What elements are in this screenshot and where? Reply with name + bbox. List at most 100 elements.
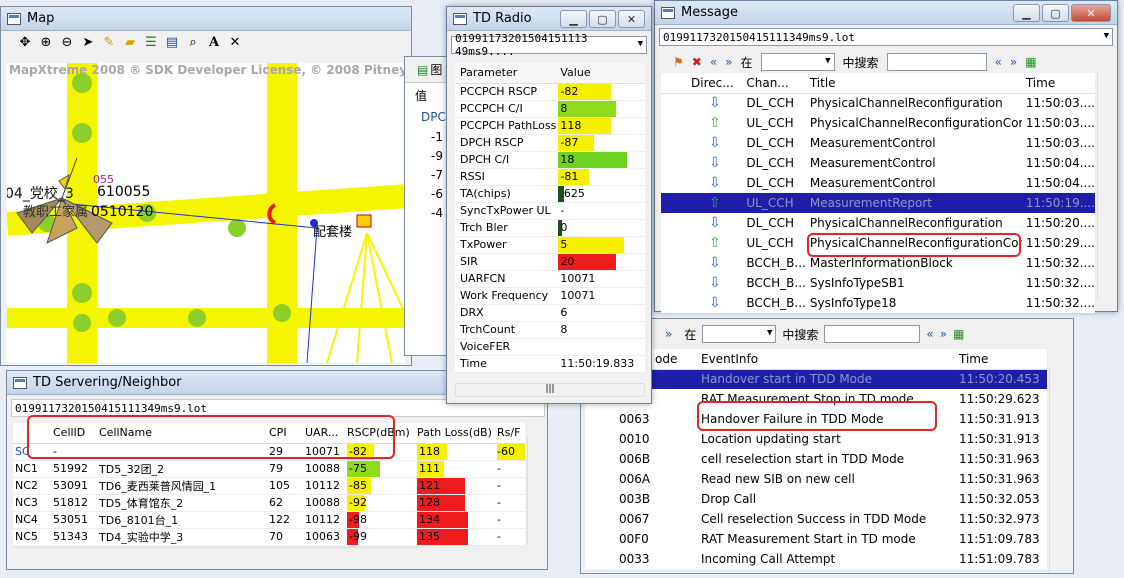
minimize-button[interactable]: ▁: [1013, 4, 1040, 22]
td-radio-row[interactable]: PCCPCH RSCP -82: [455, 83, 645, 100]
excel-icon[interactable]: ▦: [953, 327, 964, 341]
td-radio-row[interactable]: RSSI -81: [455, 168, 645, 185]
message-scrollbar[interactable]: [1097, 73, 1113, 299]
message-row[interactable]: ⇩ BCCH_B... SysInfoType18 11:50:32....: [661, 293, 1095, 313]
message-field-select[interactable]: ▼: [760, 53, 835, 71]
cell-rscp-value: -92: [349, 495, 367, 509]
message-row[interactable]: ⇩ DL_CCH MeasurementControl 11:50:04....: [661, 153, 1095, 173]
message-row[interactable]: ⇩ BCCH_B... SysInfoTypeSB1 11:50:32....: [661, 273, 1095, 293]
events-search-input[interactable]: [824, 325, 921, 343]
serving-scrollbar[interactable]: [527, 435, 543, 545]
message-row[interactable]: ⇩ DL_CCH MeasurementControl 11:50:04....: [661, 173, 1095, 193]
col-eventinfo[interactable]: EventInfo: [695, 349, 953, 369]
td-radio-row[interactable]: SyncTxPower UL -: [455, 202, 645, 219]
td-radio-row[interactable]: UARFCN 10071: [455, 270, 645, 287]
col-time[interactable]: Time: [1022, 73, 1095, 93]
message-title: SysInfoTypeSB1: [809, 276, 905, 290]
message-table: Direc... Chan... Title Time ⇩ DL_CCH Physi…: [661, 73, 1095, 313]
serving-row[interactable]: NC1 51992 TD5_32团_2 79 10088 -75 111 -: [13, 460, 525, 477]
param-value: 0: [560, 220, 568, 234]
td-radio-row[interactable]: VoiceFER: [455, 338, 645, 355]
event-row[interactable]: 0033 Incoming Call Attempt 11:51:09.783: [585, 549, 1047, 569]
excel-icon[interactable]: ▦: [1025, 55, 1036, 69]
maximize-button[interactable]: ▢: [1042, 4, 1069, 22]
zoom-out-icon[interactable]: ⊖: [57, 34, 77, 52]
col-value[interactable]: Value: [556, 63, 645, 83]
col-time[interactable]: Time: [953, 349, 1047, 369]
event-row[interactable]: 0067 Cell reselection Success in TDD Mode…: [585, 509, 1047, 529]
td-radio-row[interactable]: DPCH RSCP -87: [455, 134, 645, 151]
serving-row[interactable]: NC4 53051 TD6_8101台_1 122 10112 -98 134 -: [13, 511, 525, 528]
col-title[interactable]: Title: [806, 73, 1022, 93]
event-row[interactable]: 006A Read new SIB on new cell 11:50:31.963: [585, 469, 1047, 489]
col-channel[interactable]: Chan...: [742, 73, 805, 93]
map-label-site: 教职工家属: [23, 205, 89, 220]
map-canvas[interactable]: MapXtreme 2008 ® SDK Developer License, …: [7, 63, 405, 363]
find-icon[interactable]: ⌕: [183, 34, 203, 52]
col-pathloss[interactable]: Path Loss(dB): [417, 423, 497, 443]
legend-icon[interactable]: ▤: [162, 34, 182, 52]
pointer-icon[interactable]: ➤: [78, 34, 98, 52]
event-row[interactable]: Handover start in TDD Mode 11:50:20.453: [585, 369, 1047, 389]
td-radio-row[interactable]: SIR 20: [455, 253, 645, 270]
clear-icon[interactable]: ✕: [225, 34, 245, 52]
events-field-select[interactable]: ▼: [702, 325, 777, 343]
message-row[interactable]: ⇩ DL_CCH PhysicalChannelReconfiguration 11:…: [661, 93, 1095, 113]
zoom-in-icon[interactable]: ⊕: [36, 34, 56, 52]
td-radio-row[interactable]: Time 11:50:19.833: [455, 355, 645, 372]
message-row[interactable]: ⇧ UL_CCH PhysicalChannelReconfigurationCom…: [661, 113, 1095, 133]
layers-icon[interactable]: ☰: [141, 34, 161, 52]
next-icon[interactable]: »: [1010, 55, 1017, 69]
param-value-cell: -87: [556, 134, 645, 151]
minimize-button[interactable]: ▁: [560, 10, 587, 28]
ruler-icon[interactable]: ✎: [99, 34, 119, 52]
td-radio-row[interactable]: DRX 6: [455, 304, 645, 321]
next-icon[interactable]: »: [725, 55, 732, 69]
text-icon[interactable]: A: [204, 34, 224, 52]
serving-hscrollbar[interactable]: [13, 547, 421, 561]
td-radio-row[interactable]: TxPower 5: [455, 236, 645, 253]
cell-cpi: 122: [269, 513, 290, 526]
serving-row[interactable]: NC5 51343 TD4_实验中学_3 70 10063 -99 135 -: [13, 528, 525, 545]
col-rs[interactable]: Rs/F: [497, 423, 525, 443]
td-radio-row[interactable]: PCCPCH C/I 8: [455, 100, 645, 117]
td-radio-row[interactable]: PCCPCH PathLoss 118: [455, 117, 645, 134]
event-row[interactable]: 0010 Location updating start 11:50:31.913: [585, 429, 1047, 449]
col-direction[interactable]: Direc...: [661, 73, 742, 93]
prev-icon[interactable]: «: [710, 55, 717, 69]
pan-icon[interactable]: ✥: [15, 34, 35, 52]
td-radio-row[interactable]: Work Frequency 10071: [455, 287, 645, 304]
td-radio-file-combo[interactable]: 01991173201504151113 49ms9.... ▼: [451, 32, 647, 58]
td-radio-row[interactable]: TA(chips) .625: [455, 185, 645, 202]
event-row[interactable]: 00F0 RAT Measurement Start in TD mode 11:5…: [585, 529, 1047, 549]
message-file-combo[interactable]: 0199117320150415111349ms9.lot ▼: [659, 28, 1113, 46]
message-row[interactable]: ⇩ DL_CCH PhysicalChannelReconfiguration 11:…: [661, 213, 1095, 233]
serving-row[interactable]: NC3 51812 TD5_体育馆东_2 62 10088 -92 128 -: [13, 494, 525, 511]
next-icon[interactable]: »: [940, 327, 947, 341]
td-radio-row[interactable]: TrchCount 8: [455, 321, 645, 338]
close-button[interactable]: ✕: [618, 10, 645, 28]
delete-icon[interactable]: ✖: [692, 55, 702, 69]
event-row[interactable]: 006B cell reselection start in TDD Mode 11…: [585, 449, 1047, 469]
prev-icon[interactable]: «: [995, 55, 1002, 69]
events-scrollbar[interactable]: [1049, 369, 1065, 573]
message-search-input[interactable]: [886, 53, 987, 71]
events-table: ode EventInfo Time Handover start in TDD…: [585, 349, 1047, 569]
td-radio-row[interactable]: DPCH C/I 18: [455, 151, 645, 168]
serving-row[interactable]: NC2 53091 TD6_麦西莱普风情园_1 105 10112 -85 121 -: [13, 477, 525, 494]
message-time: 11:50:03....: [1025, 96, 1095, 111]
chevron-down-icon: ▼: [1103, 31, 1109, 41]
filter-icon[interactable]: ⚑: [673, 55, 684, 69]
message-row[interactable]: ⇧ UL_CCH MeasurementReport 11:50:19....: [661, 193, 1095, 213]
td-radio-hscrollbar[interactable]: |||: [455, 383, 645, 397]
param-name: VoiceFER: [460, 340, 511, 353]
close-button[interactable]: ✕: [1071, 4, 1111, 22]
next-icon[interactable]: »: [665, 327, 672, 341]
folder-icon[interactable]: ▰: [120, 34, 140, 52]
message-row[interactable]: ⇩ DL_CCH MeasurementControl 11:50:03....: [661, 133, 1095, 153]
prev-icon[interactable]: «: [926, 327, 933, 341]
maximize-button[interactable]: ▢: [589, 10, 616, 28]
col-parameter[interactable]: Parameter: [455, 63, 556, 83]
td-radio-row[interactable]: Trch Bler 0: [455, 219, 645, 236]
event-row[interactable]: 003B Drop Call 11:50:32.053: [585, 489, 1047, 509]
